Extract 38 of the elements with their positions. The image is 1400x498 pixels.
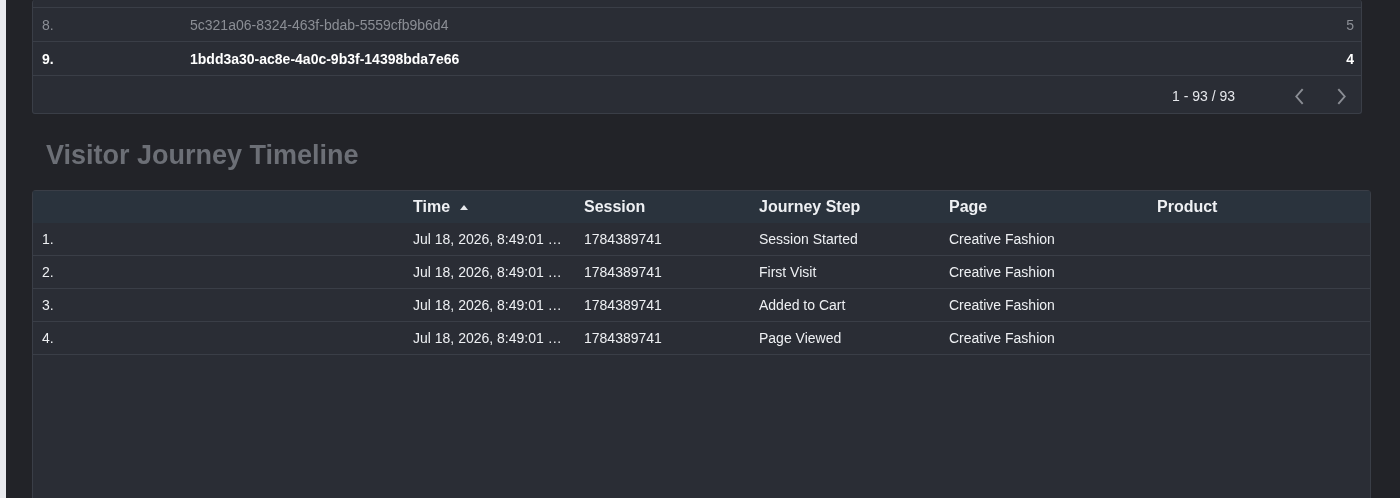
table-cell: 1784389741 bbox=[584, 231, 662, 247]
row-number: 4. bbox=[42, 330, 54, 346]
table-cell-text: 5c321a06-8324-463f-bdab-5559cfb9b6d4 bbox=[190, 16, 450, 33]
row-number: 9. bbox=[42, 50, 55, 67]
next-page-icon[interactable] bbox=[1336, 87, 1347, 105]
previous-page-icon[interactable] bbox=[1294, 87, 1305, 105]
pagination-range: 1 - 93 / 93 bbox=[1171, 88, 1235, 104]
table-cell: Jul 18, 2026, 8:49:01 … bbox=[413, 330, 562, 346]
row-number: 8. bbox=[42, 16, 55, 33]
table-row[interactable]: 9. 1bdd3a30-ac8e-4a0c-9b3f-14398bda7e66 4 bbox=[33, 41, 1361, 75]
table-cell-text: 1bdd3a30-ac8e-4a0c-9b3f-14398bda7e66 bbox=[190, 50, 461, 67]
table-cell: Session Started bbox=[759, 231, 858, 247]
row-number: 2. bbox=[42, 264, 54, 280]
table-cell: 1784389741 bbox=[584, 264, 662, 280]
table-cell: 4 bbox=[1346, 50, 1354, 67]
column-header[interactable]: Time bbox=[413, 198, 469, 216]
row-number: 3. bbox=[42, 297, 54, 313]
column-header[interactable]: Session bbox=[584, 198, 646, 216]
table-cell: Jul 18, 2026, 8:49:01 … bbox=[413, 297, 562, 313]
table-cell: 1784389741 bbox=[584, 297, 662, 313]
column-header[interactable]: Product bbox=[1157, 198, 1218, 216]
table-cell: Creative Fashion bbox=[949, 231, 1055, 247]
table-cell: Jul 18, 2026, 8:49:01 … bbox=[413, 264, 562, 280]
table-cell: Added to Cart bbox=[759, 297, 846, 313]
table-cell: First Visit bbox=[759, 264, 817, 280]
table-cell: 1784389741 bbox=[584, 330, 662, 346]
section-title: Visitor Journey Timeline bbox=[45, 139, 360, 172]
column-header[interactable]: Journey Step bbox=[759, 198, 861, 216]
table-row[interactable]: 8. 5c321a06-8324-463f-bdab-5559cfb9b6d4 5 bbox=[33, 7, 1361, 41]
row-number: 1. bbox=[42, 231, 54, 247]
table-cell: Creative Fashion bbox=[949, 297, 1055, 313]
table-cell: Jul 18, 2026, 8:49:01 … bbox=[413, 231, 562, 247]
table-cell: Creative Fashion bbox=[949, 264, 1055, 280]
table-cell: Page Viewed bbox=[759, 330, 842, 346]
table-cell: 5 bbox=[1346, 16, 1354, 33]
sort-ascending-icon[interactable] bbox=[460, 204, 469, 210]
table-cell: Creative Fashion bbox=[949, 330, 1055, 346]
column-header[interactable]: Page bbox=[949, 198, 988, 216]
